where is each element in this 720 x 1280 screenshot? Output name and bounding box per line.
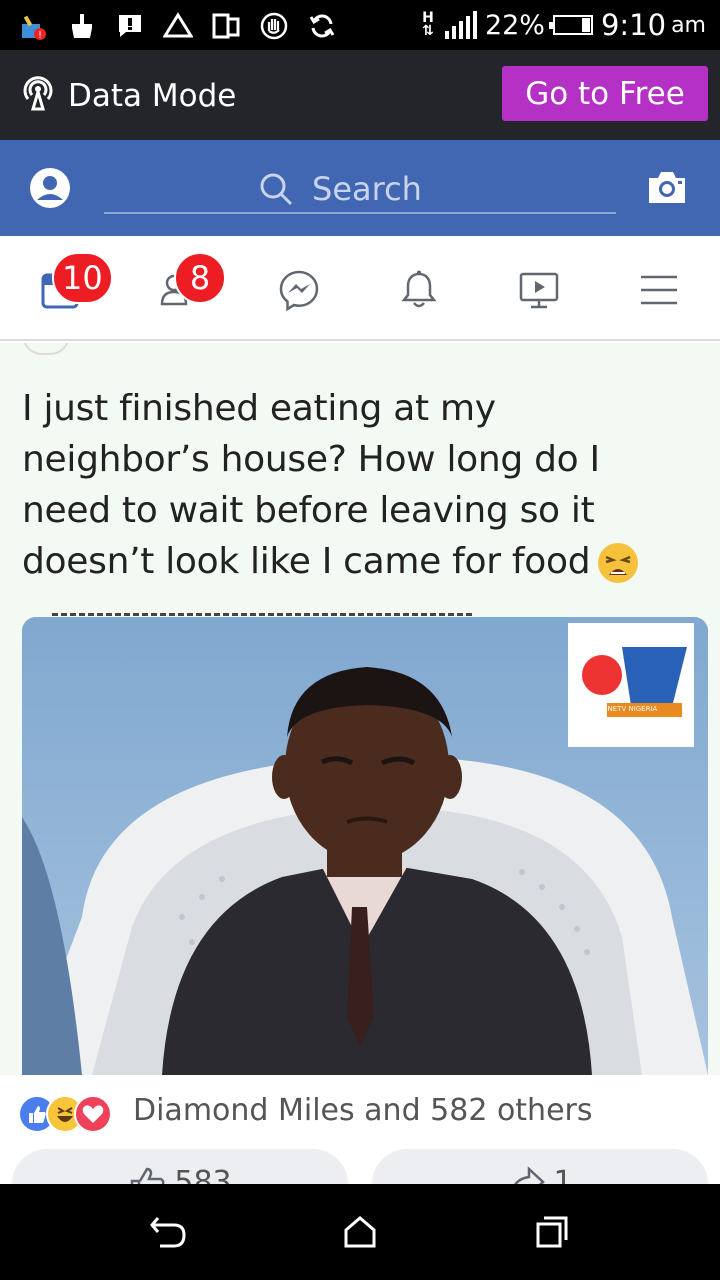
watch-icon xyxy=(519,272,559,309)
post-caption: I just finished eating at my neighbor’s … xyxy=(22,383,692,587)
drive-icon xyxy=(162,10,194,42)
search-input[interactable] xyxy=(312,170,462,208)
hamburger-menu-icon xyxy=(641,275,677,305)
search-header xyxy=(0,140,720,236)
status-bar: ! H ⇅ 22% 9:10 am xyxy=(0,0,720,50)
reactions-bar: Diamond Miles and 582 others 583 1 xyxy=(0,1075,720,1184)
sync-icon xyxy=(306,10,338,42)
caption-line: doesn’t look like I came for food xyxy=(22,541,591,582)
tab-messenger[interactable] xyxy=(273,268,325,312)
battery-icon xyxy=(548,15,593,35)
network-type: H ⇅ xyxy=(422,10,434,39)
like-button[interactable]: 583 xyxy=(12,1149,348,1184)
data-mode-bar: Data Mode Go to Free xyxy=(0,50,720,140)
camera-icon xyxy=(649,172,685,203)
reactions-summary[interactable]: Diamond Miles and 582 others xyxy=(133,1093,593,1128)
recents-button[interactable] xyxy=(528,1208,576,1256)
tab-notifications[interactable] xyxy=(393,268,445,312)
notification-icons: ! xyxy=(18,8,338,44)
system-nav-bar xyxy=(0,1184,720,1280)
bell-icon xyxy=(401,270,437,308)
clock: 9:10 xyxy=(600,8,667,42)
news-feed-badge: 10 xyxy=(52,252,113,304)
recents-icon xyxy=(536,1216,568,1248)
dual-screen-icon xyxy=(210,10,242,42)
search-icon xyxy=(260,173,293,206)
hand-icon xyxy=(258,10,290,42)
profile-avatar-button[interactable] xyxy=(28,166,72,210)
thumbs-up-icon xyxy=(131,1167,165,1184)
tab-bar: 10 8 xyxy=(0,236,720,341)
messenger-icon xyxy=(279,270,319,311)
back-button[interactable] xyxy=(144,1208,192,1256)
broadcast-icon xyxy=(20,73,56,119)
tab-watch[interactable] xyxy=(513,268,565,312)
watermark-label: ONETV NIGERIA xyxy=(602,705,658,713)
battery-percent: 22% xyxy=(484,9,545,41)
clock-ampm: am xyxy=(671,12,706,38)
friend-requests-badge: 8 xyxy=(174,252,226,304)
tab-menu[interactable] xyxy=(633,268,685,312)
data-mode-indicator: Data Mode xyxy=(20,74,236,118)
caption-line: I just finished eating at my xyxy=(22,388,496,429)
home-button[interactable] xyxy=(336,1208,384,1256)
like-count: 583 xyxy=(174,1165,232,1184)
broom-icon xyxy=(66,10,98,42)
data-mode-label: Data Mode xyxy=(68,78,237,114)
back-icon xyxy=(150,1217,186,1248)
profile-icon xyxy=(30,168,70,208)
caption-line: neighbor’s house? How long do I xyxy=(22,439,600,480)
signal-icon xyxy=(444,11,477,39)
alert-icon xyxy=(114,10,146,42)
system-indicators: H ⇅ 22% 9:10 am xyxy=(419,6,706,44)
search-bar[interactable] xyxy=(104,166,616,214)
tired-face-emoji-icon xyxy=(596,541,640,585)
love-reaction-icon xyxy=(74,1095,112,1133)
svg-text:!: ! xyxy=(38,30,42,41)
share-button[interactable]: 1 xyxy=(372,1149,708,1184)
camera-button[interactable] xyxy=(646,168,688,206)
meme-photo-image xyxy=(22,617,708,1075)
home-icon xyxy=(344,1216,376,1248)
feed-post: I just finished eating at my neighbor’s … xyxy=(0,343,720,1184)
post-photo[interactable]: ONETV NIGERIA xyxy=(22,617,708,1075)
reaction-icons[interactable] xyxy=(18,1095,112,1135)
caption-line: need to wait before leaving so it xyxy=(22,490,595,531)
post-author-avatar[interactable] xyxy=(22,343,70,355)
share-count: 1 xyxy=(553,1165,573,1184)
go-to-free-button[interactable]: Go to Free xyxy=(502,66,708,121)
share-icon xyxy=(514,1166,546,1184)
cleaner-icon: ! xyxy=(18,10,50,42)
